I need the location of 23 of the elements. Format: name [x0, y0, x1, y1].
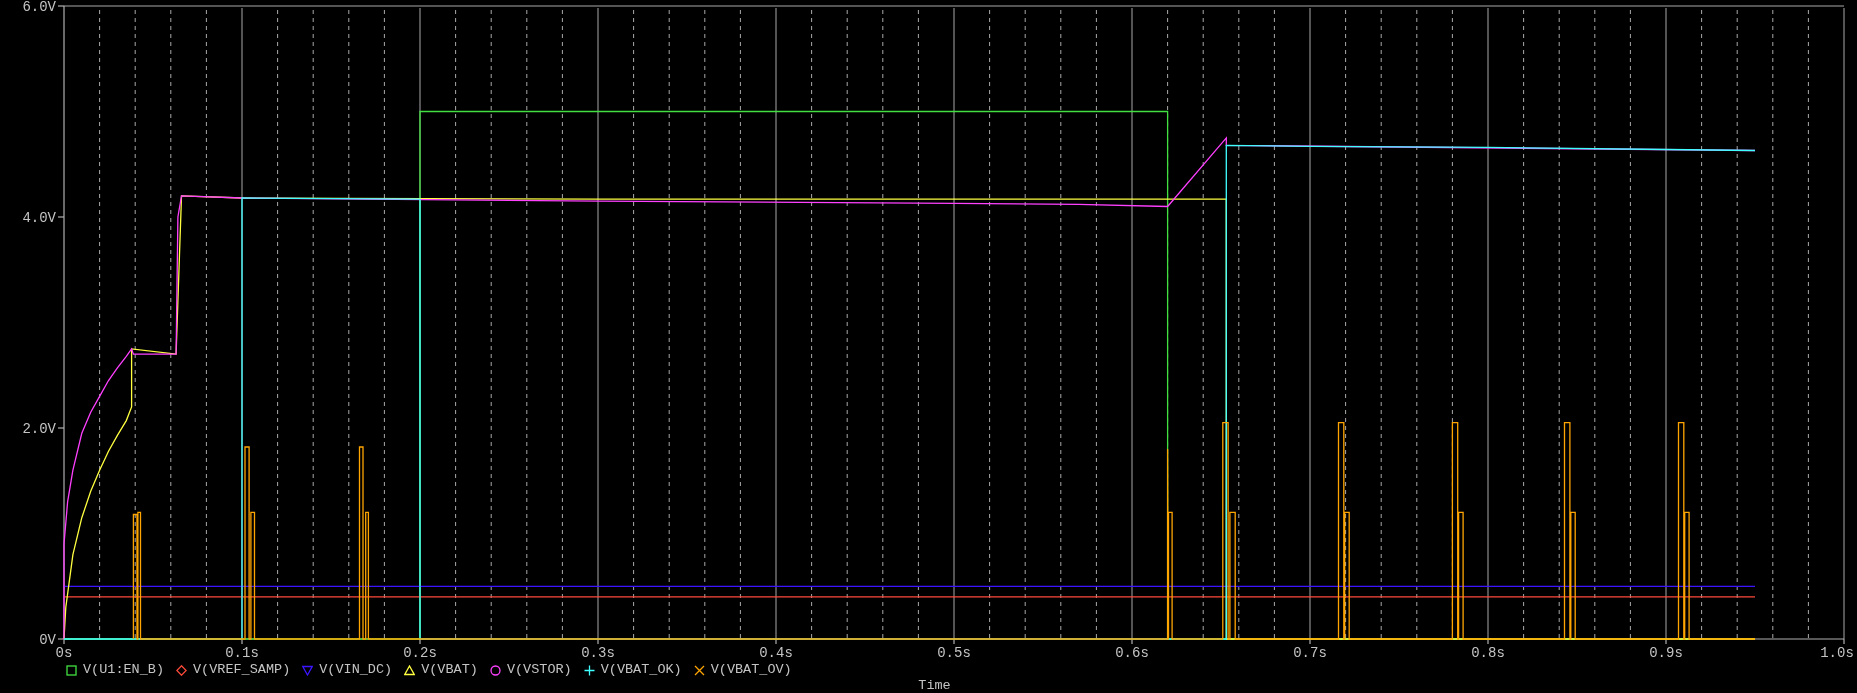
x-tick-label: 0.8s	[1471, 645, 1505, 661]
x-tick-label: 0.2s	[403, 645, 437, 661]
x-tick-label: 0.3s	[581, 645, 615, 661]
x-tick-label: 1.0s	[1820, 645, 1854, 661]
y-tick-label: 2.0V	[22, 421, 56, 437]
legend-label: V(VBAT_OK)	[600, 662, 682, 678]
legend-label: V(VIN_DC)	[319, 662, 393, 678]
legend-label: V(U1:EN_B)	[83, 662, 164, 678]
legend-label: V(VBAT)	[421, 662, 478, 678]
x-axis-title: Time	[918, 678, 951, 693]
y-tick-label: 6.0V	[22, 0, 56, 15]
legend-label: V(VSTOR)	[506, 662, 572, 678]
x-tick-label: 0.4s	[759, 645, 793, 661]
legend-label: V(VBAT_OV)	[710, 662, 792, 678]
x-tick-label: 0.9s	[1649, 645, 1683, 661]
legend-label: V(VREF_SAMP)	[193, 662, 291, 678]
x-tick-label: 0.1s	[225, 645, 259, 661]
x-tick-label: 0.7s	[1293, 645, 1327, 661]
x-tick-label: 0.6s	[1115, 645, 1149, 661]
y-tick-label: 4.0V	[22, 210, 56, 226]
y-tick-label: 0V	[39, 632, 56, 648]
x-tick-label: 0.5s	[937, 645, 971, 661]
x-tick-label: 0s	[55, 645, 73, 661]
